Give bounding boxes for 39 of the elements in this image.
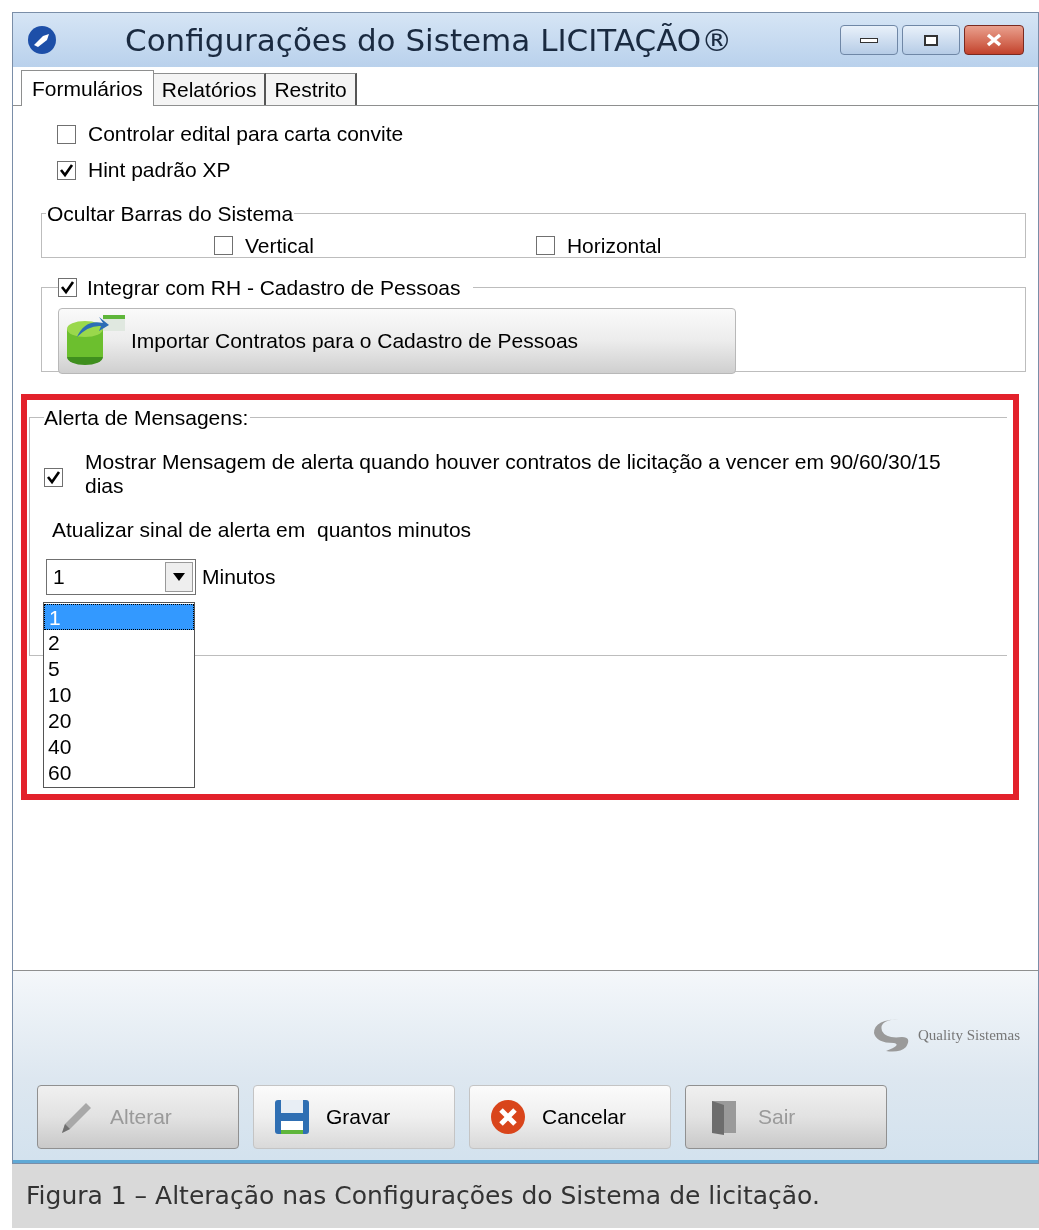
dropdown-arrow-icon [173, 573, 185, 581]
unit-label: Minutos [202, 564, 276, 591]
app-logo-icon [27, 25, 57, 55]
action-button[interactable]: Cancelar [469, 1085, 671, 1149]
checkbox[interactable] [57, 160, 76, 180]
group-title: Ocultar Barras do Sistema [46, 201, 295, 227]
minutes-dropdown[interactable]: 1 [46, 559, 196, 595]
checkbox-label: Vertical [245, 232, 314, 259]
checkbox-label: Mostrar Mensagem de alerta quando houver contratos de licitação a vencer em 90/60/30/15 dias [85, 449, 942, 498]
close-button[interactable] [964, 25, 1024, 55]
tab[interactable]: Relatórios [153, 73, 267, 105]
tab[interactable]: Formulários [21, 70, 154, 106]
cancel-icon [488, 1097, 528, 1137]
dropdown-option[interactable]: 5 [44, 656, 194, 682]
dropdown-option[interactable]: 40 [44, 734, 194, 760]
group-title: Alerta de Mensagens: [44, 405, 250, 431]
action-button[interactable]: Gravar [253, 1085, 455, 1149]
checkbox-label: Integrar com RH - Cadastro de Pessoas [87, 275, 461, 301]
field-label: Atualizar sinal de alerta em quantos minutos [52, 516, 473, 543]
checkbox[interactable] [535, 235, 555, 255]
close-icon [985, 33, 1003, 47]
dropdown-option[interactable]: 60 [44, 760, 194, 786]
dropdown-option[interactable]: 20 [44, 708, 194, 734]
checkbox-label: Controlar edital para carta convite [88, 121, 404, 148]
checkbox[interactable] [44, 467, 63, 487]
company-logo-text: Quality Sistemas [917, 1025, 1020, 1045]
checkbox-label: Horizontal [566, 232, 662, 259]
checkbox[interactable] [57, 124, 76, 144]
dropdown-option[interactable]: 10 [44, 682, 194, 708]
checkbox-label: Hint padrão XP [88, 157, 231, 184]
dropdown-option[interactable]: 2 [44, 630, 194, 656]
maximize-button[interactable] [902, 25, 960, 55]
checkbox[interactable] [214, 235, 233, 255]
checkbox[interactable] [58, 278, 77, 298]
tab[interactable]: Restrito [266, 73, 357, 105]
figure-caption: Figura 1 – Alteração nas Configurações do Sistema de licitação. [12, 1164, 1039, 1228]
minimize-button[interactable] [840, 25, 898, 55]
window-title: Configurações do Sistema LICITAÇÃO® [125, 20, 733, 60]
import-contracts-button[interactable]: Importar Contratos para o Cadastro de Pessoas [58, 307, 736, 374]
